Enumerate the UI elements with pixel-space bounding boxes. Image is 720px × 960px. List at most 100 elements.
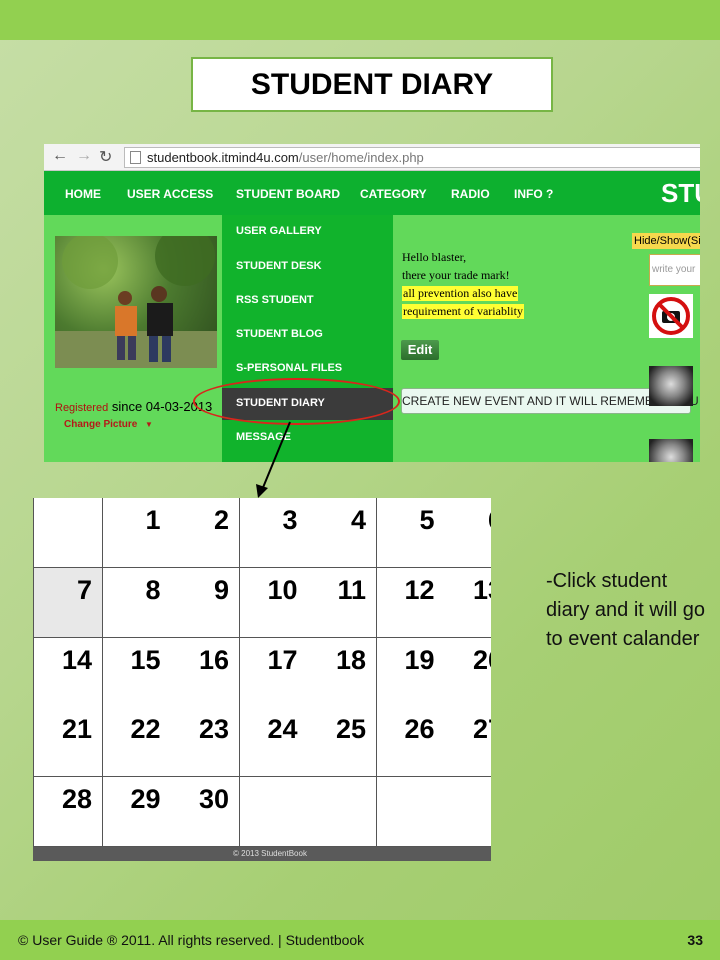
calendar-day-number: 24: [267, 714, 298, 745]
calendar-day-number: 29: [130, 784, 161, 815]
registered-since: Registered since 04-03-2013: [55, 399, 212, 414]
calendar-day-cell[interactable]: 18: [308, 637, 377, 708]
calendar-day-number: 7: [76, 574, 92, 605]
calendar-day-cell[interactable]: 26: [376, 707, 446, 778]
calendar-day-number: 19: [404, 644, 435, 675]
forward-arrow-icon[interactable]: →: [76, 147, 92, 165]
calendar-day-cell[interactable]: 12: [376, 567, 446, 638]
calendar-day-number: 11: [337, 574, 366, 605]
footer-copyright: © User Guide ® 2011. All rights reserved…: [18, 932, 365, 948]
menu-student-desk[interactable]: STUDENT DESK: [236, 260, 322, 272]
calendar-day-number: 17: [267, 644, 298, 675]
calendar-day-cell[interactable]: 25: [308, 707, 377, 778]
calendar-day-number: 21: [61, 714, 92, 745]
back-arrow-icon[interactable]: ←: [52, 147, 68, 165]
calendar-day-cell[interactable]: 22: [102, 707, 172, 778]
calendar-day-number: 10: [267, 574, 298, 605]
registered-label: Registered: [55, 402, 109, 414]
calendar-day-cell[interactable]: 16: [171, 637, 240, 708]
url-host: studentbook.itmind4u.com: [147, 150, 299, 165]
calendar-day-cell[interactable]: 21: [34, 707, 103, 778]
nav-student-board[interactable]: STUDENT BOARD: [236, 187, 340, 201]
user-thumbnail[interactable]: [649, 294, 693, 338]
event-calendar: SundayMondayTuesdayWednesdayThursdayFrid…: [33, 498, 491, 861]
calendar-day-cell[interactable]: [376, 777, 446, 848]
calendar-day-cell[interactable]: 3: [239, 498, 309, 568]
menu-student-blog[interactable]: STUDENT BLOG: [236, 328, 323, 340]
footer-band: © User Guide ® 2011. All rights reserved…: [0, 920, 720, 960]
greeting: Hello blaster, there your trade mark!: [402, 248, 510, 284]
nav-category[interactable]: CATEGORY: [360, 187, 427, 201]
calendar-day-cell[interactable]: 1: [102, 498, 172, 568]
create-event-button[interactable]: CREATE NEW EVENT AND IT WILL REMEMBER YO…: [401, 388, 699, 414]
calendar-day-number: 9: [213, 574, 229, 605]
calendar-day-cell[interactable]: 2: [171, 498, 240, 568]
change-picture-link[interactable]: Change Picture: [64, 419, 137, 430]
calendar-day-cell[interactable]: [308, 777, 377, 848]
calendar-day-number: 27: [472, 714, 491, 745]
pointer-arrow: [256, 421, 291, 498]
highlight-ellipse: [193, 378, 400, 425]
calendar-day-cell[interactable]: 7: [34, 567, 103, 638]
nav-user-access[interactable]: USER ACCESS: [127, 187, 213, 201]
calendar-day-cell[interactable]: 4: [308, 498, 377, 568]
calendar-day-number: 13: [472, 574, 491, 605]
site-logo: STU: [661, 178, 700, 208]
menu-user-gallery[interactable]: USER GALLERY: [236, 225, 322, 237]
calendar-day-cell[interactable]: 30: [171, 777, 240, 848]
calendar-day-cell[interactable]: 17: [239, 637, 309, 708]
calendar-day-number: 8: [145, 574, 161, 605]
calendar-day-cell[interactable]: [239, 777, 309, 848]
nav-radio[interactable]: RADIO: [451, 187, 490, 201]
menu-rss-student[interactable]: RSS STUDENT: [236, 294, 314, 306]
calendar-day-number: 20: [472, 644, 491, 675]
calendar-day-cell[interactable]: 15: [102, 637, 172, 708]
calendar-day-cell[interactable]: [34, 498, 103, 568]
calendar-day-cell[interactable]: 5: [376, 498, 446, 568]
calendar-day-cell[interactable]: 11: [308, 567, 377, 638]
profile-photo-illustration: [55, 236, 217, 368]
calendar-day-cell[interactable]: 27: [445, 707, 491, 778]
calendar-day-number: 30: [198, 784, 229, 815]
calendar-day-cell[interactable]: 28: [34, 777, 103, 848]
instruction-note: -Click student diary and it will go to e…: [546, 570, 705, 650]
friend-avatar[interactable]: [649, 439, 693, 462]
caret-down-icon[interactable]: ▼: [145, 420, 153, 429]
calendar-day-number: 28: [61, 784, 92, 815]
calendar-day-cell[interactable]: 8: [102, 567, 172, 638]
calendar-day-number: 4: [350, 505, 366, 535]
calendar-day-cell[interactable]: 29: [102, 777, 172, 848]
nav-home[interactable]: HOME: [65, 187, 101, 201]
friend-avatar[interactable]: [649, 366, 693, 406]
calendar-day-cell[interactable]: 20: [445, 637, 491, 708]
url-path: /user/home/index.php: [298, 150, 424, 165]
calendar-day-cell[interactable]: 6: [445, 498, 491, 568]
calendar-day-cell[interactable]: 13: [445, 567, 491, 638]
calendar-copyright: © 2013 StudentBook: [233, 849, 307, 858]
calendar-day-number: 16: [198, 644, 229, 675]
calendar-day-cell[interactable]: 19: [376, 637, 446, 708]
status-line-2: requirement of variablity: [402, 304, 524, 319]
write-input[interactable]: write your: [649, 254, 700, 286]
calendar-day-cell[interactable]: 14: [34, 637, 103, 708]
calendar-day-number: 22: [130, 714, 161, 745]
calendar-day-number: 15: [130, 644, 161, 675]
reload-icon[interactable]: ↻: [99, 147, 112, 167]
menu-s-personal-files[interactable]: S-PERSONAL FILES: [236, 362, 342, 374]
page-icon: [130, 151, 141, 164]
calendar-day-cell[interactable]: [445, 777, 491, 848]
calendar-day-number: 18: [335, 644, 366, 675]
nav-info[interactable]: INFO ?: [514, 187, 553, 201]
calendar-day-cell[interactable]: 23: [171, 707, 240, 778]
edit-status-button[interactable]: Edit: [401, 340, 439, 360]
calendar-day-number: 25: [335, 714, 366, 745]
calendar-day-cell[interactable]: 10: [239, 567, 309, 638]
calendar-day-cell[interactable]: 24: [239, 707, 309, 778]
calendar-day-cell[interactable]: 9: [171, 567, 240, 638]
url-field[interactable]: studentbook.itmind4u.com/user/home/index…: [124, 147, 700, 168]
calendar-day-number: 6: [488, 505, 491, 536]
calendar-footer: © 2013 StudentBook: [33, 847, 491, 861]
top-band: [0, 0, 720, 40]
calendar-day-number: 1: [145, 505, 161, 535]
hide-show-toggle[interactable]: Hide/Show(Si: [632, 233, 700, 249]
